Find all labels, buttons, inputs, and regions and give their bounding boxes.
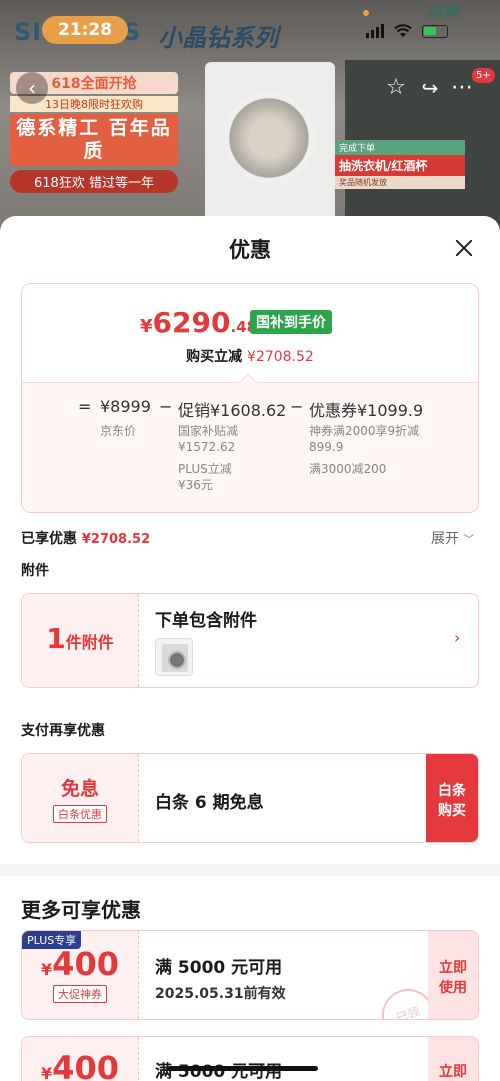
share-icon[interactable]: ↪ <box>414 72 446 104</box>
buy-reduce-line: 购买立减 ¥2708.52 <box>22 346 478 366</box>
promo-item: ¥36元 <box>178 478 213 492</box>
promo-line4: 618狂欢 错过等一年 <box>10 170 178 193</box>
baitiao-title: 白条 6 期免息 <box>155 793 264 813</box>
baitiao-left: 免息 白条优惠 <box>22 754 139 842</box>
coupon-value: 400 <box>52 945 119 983</box>
promo-item: PLUS立减 <box>178 462 232 476</box>
minus-sign-2: − <box>290 397 304 416</box>
minus-sign-1: − <box>159 397 173 416</box>
coupon-card: ¥400 大促神券 PLUS专享 满 5000 元可用 2025.05.31前有… <box>21 930 479 1020</box>
coupon-item: 满3000减200 <box>309 462 387 476</box>
back-icon[interactable]: ‹ <box>16 72 48 104</box>
final-price: ¥6290.48 <box>140 306 257 339</box>
baitiao-btn-line2: 购买 <box>438 803 466 819</box>
coupon-tag: 大促神券 <box>53 985 107 1003</box>
accessory-card[interactable]: 1件附件 下单包含附件 › <box>21 593 479 688</box>
baitiao-tag: 白条优惠 <box>53 805 107 823</box>
gift-main: 抽洗衣机/红酒杯 <box>335 155 465 176</box>
close-icon[interactable] <box>452 236 476 260</box>
gift-box: 完成下单 抽洗衣机/红酒杯 奖品随机发放 <box>335 140 465 200</box>
promo-line3: 德系精工 百年品质 <box>10 114 178 166</box>
privacy-dot-icon <box>363 10 369 16</box>
enjoyed-discount: 已享优惠 ¥2708.52 <box>21 528 150 548</box>
coupon-card: ¥400 满 5000 元可用 立即 <box>21 1036 479 1081</box>
battery-icon <box>422 24 448 38</box>
pay-section-title: 支付再享优惠 <box>21 723 105 739</box>
accessory-section-title: 附件 <box>21 563 49 579</box>
subsidy-badge: 国补到手价 <box>250 310 332 334</box>
chevron-right-icon: › <box>454 628 461 647</box>
message-count-badge: 5+ <box>472 68 495 83</box>
use-btn-line1: 立即 <box>439 1064 467 1080</box>
wifi-icon <box>394 24 412 37</box>
price-card: ¥6290.48 国补到手价 购买立减 ¥2708.52 = ¥8999 − 促… <box>21 283 479 513</box>
accessory-title: 下单包含附件 <box>155 611 257 631</box>
star-icon[interactable]: ☆ <box>380 72 412 104</box>
promo-total: 促销¥1608.62 <box>178 401 287 420</box>
status-time: 21:28 <box>42 16 128 44</box>
coupon-value: 400 <box>52 1049 119 1081</box>
coupon-amount: ¥400 <box>22 1049 138 1081</box>
more-discounts-title: 更多可享优惠 <box>21 898 141 922</box>
coupon-expiry: 2025.05.31前有效 <box>155 986 286 1002</box>
use-btn-line1: 立即 <box>439 960 467 976</box>
accessory-count: 1件附件 <box>22 594 139 687</box>
accessory-count-text: 1件附件 <box>22 622 138 655</box>
coupon-currency: ¥ <box>41 960 53 979</box>
section-divider <box>0 864 500 876</box>
sheet-title: 优惠 <box>229 238 271 262</box>
coupon-total: 优惠券¥1099.9 <box>309 401 424 420</box>
final-price-currency: ¥ <box>140 316 153 337</box>
accessory-count-number: 1 <box>46 622 66 655</box>
coupon-amount: ¥400 <box>22 945 138 983</box>
base-price-desc: 京东价 <box>100 424 137 438</box>
home-indicator[interactable] <box>168 1066 318 1071</box>
coupon-currency: ¥ <box>41 1064 53 1081</box>
baitiao-buy-button[interactable]: 白条 购买 <box>426 754 478 842</box>
baitiao-btn-line1: 白条 <box>438 783 466 799</box>
baitiao-card: 免息 白条优惠 白条 6 期免息 白条 购买 <box>21 753 479 843</box>
discount-sheet: 优惠 ¥6290.48 国补到手价 购买立减 ¥2708.52 = ¥8999 … <box>0 216 500 1081</box>
use-now-button[interactable]: 立即 <box>428 1037 478 1081</box>
use-btn-line2: 使用 <box>439 980 467 996</box>
interest-free-label: 免息 <box>60 778 99 800</box>
plus-badge: PLUS专享 <box>22 931 82 949</box>
accessory-count-unit: 件附件 <box>65 633 114 652</box>
expand-button[interactable]: 展开 ﹀ <box>431 528 474 548</box>
status-icons <box>366 24 448 38</box>
expand-label: 展开 <box>431 531 459 547</box>
buy-reduce-label: 购买立减 <box>186 349 243 365</box>
coupon-title: 满 5000 元可用 <box>155 958 283 978</box>
coupon-item: 899.9 <box>309 440 344 454</box>
price-breakdown: = ¥8999 − 促销¥1608.62 − 优惠券¥1099.9 京东价 国家… <box>22 382 478 512</box>
status-bar: 21:28 <box>0 0 500 60</box>
enjoyed-label: 已享优惠 <box>21 531 77 547</box>
promo-item: 国家补贴减 <box>178 424 239 438</box>
washer-thumbnail-icon <box>155 638 193 676</box>
gift-sub: 奖品随机发放 <box>335 176 465 189</box>
buy-reduce-value: ¥2708.52 <box>247 349 314 365</box>
signal-icon <box>366 24 384 38</box>
promo-item: ¥1572.62 <box>178 440 236 454</box>
price-summary: ¥6290.48 国补到手价 购买立减 ¥2708.52 <box>22 284 478 382</box>
base-price: ¥8999 <box>100 397 151 416</box>
use-now-button[interactable]: 立即 使用 <box>428 931 478 1019</box>
coupon-item: 神券满2000享9折减 <box>309 424 420 438</box>
enjoyed-value: ¥2708.52 <box>81 532 151 547</box>
dryer-image <box>205 62 335 232</box>
final-price-int: 6290 <box>152 306 231 339</box>
equals-sign: = <box>78 397 92 416</box>
gift-top: 完成下单 <box>335 140 465 155</box>
chevron-down-icon: ﹀ <box>463 533 475 546</box>
dryer-door <box>223 92 315 184</box>
coupon-left: ¥400 <box>22 1037 139 1081</box>
